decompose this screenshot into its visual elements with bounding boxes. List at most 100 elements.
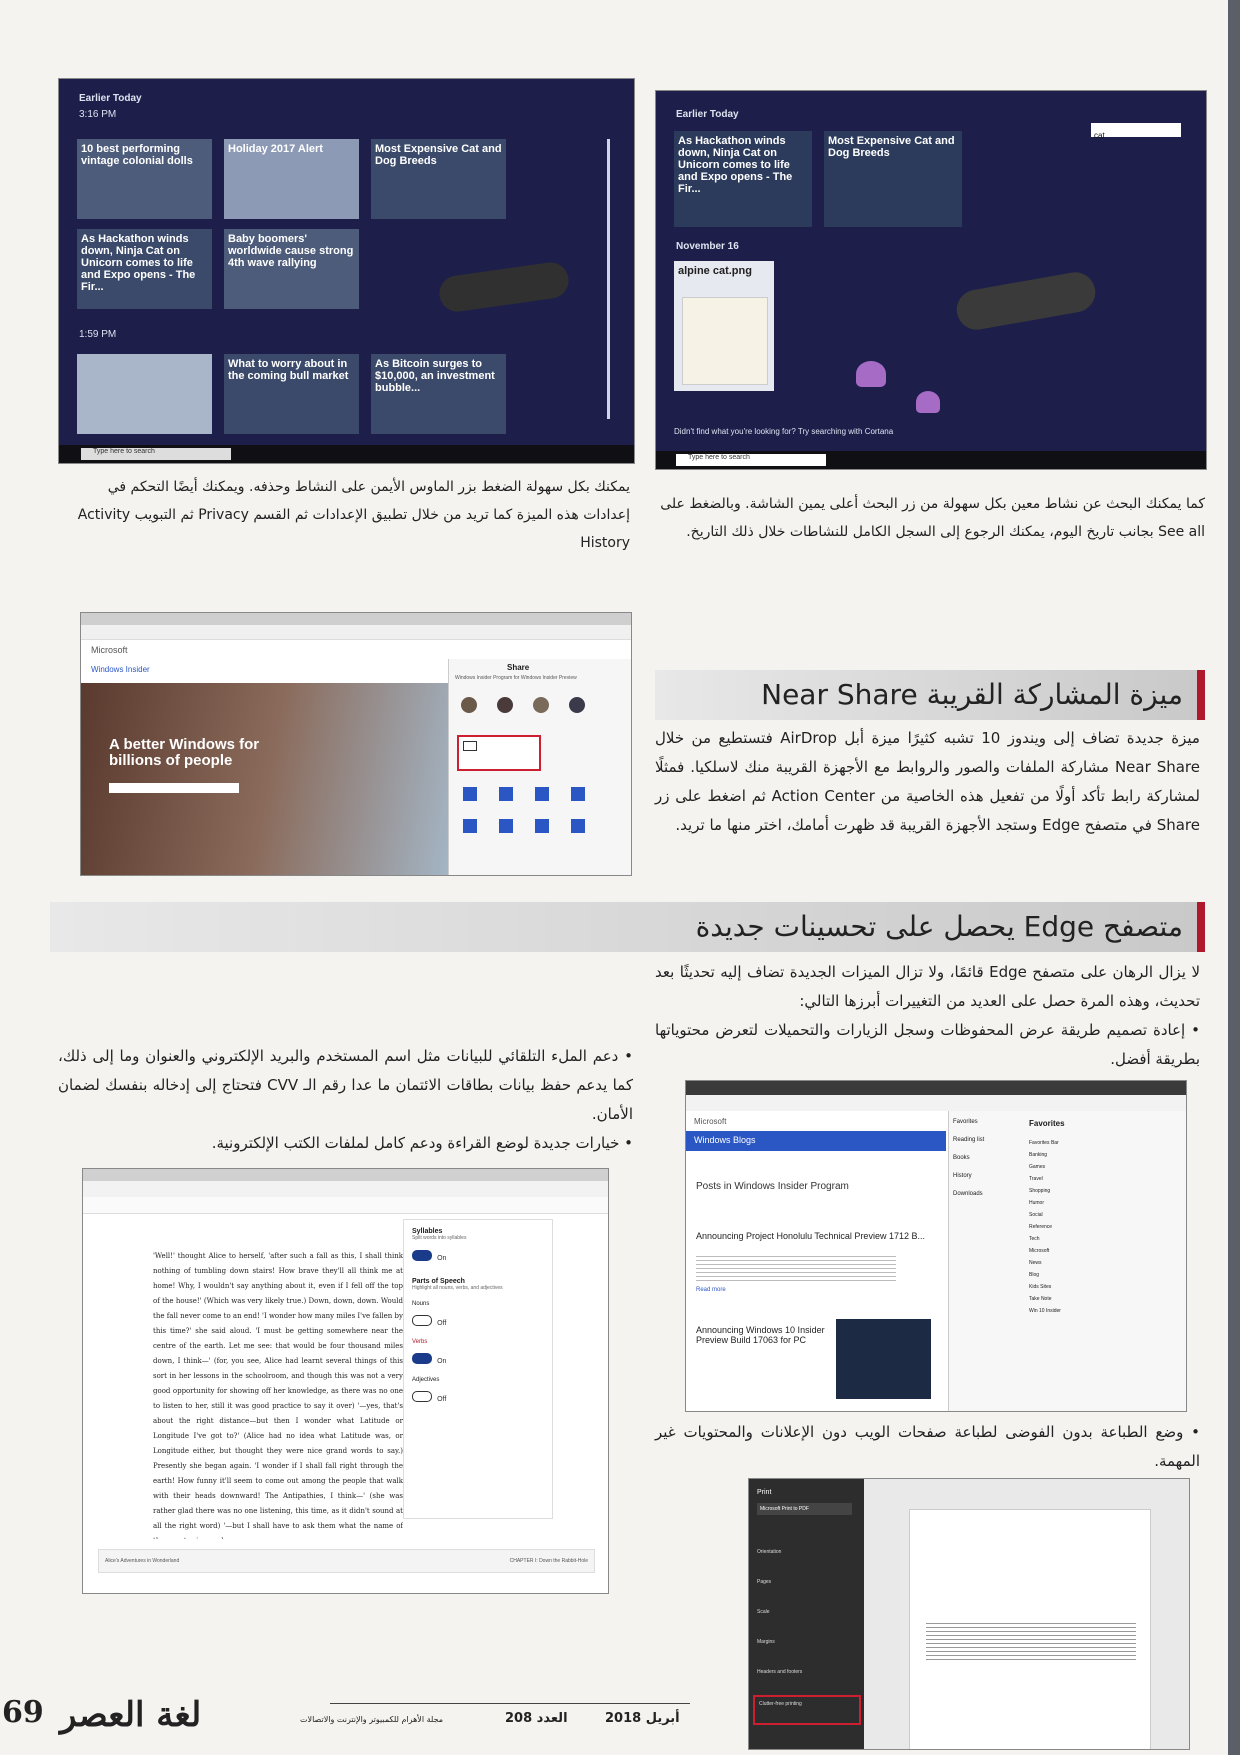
heading-text: متصفح Edge يحصل على تحسينات جديدة <box>695 910 1183 943</box>
card-title: Most Expensive Cat and Dog Breeds <box>828 135 955 159</box>
taskbar-search-text: Type here to search <box>93 448 155 455</box>
section-heading-near-share: ميزة المشاركة القريبة Near Share <box>655 670 1205 720</box>
toggle-switch <box>412 1250 432 1261</box>
folder-item[interactable]: Games <box>1029 1161 1179 1173</box>
app-icon[interactable] <box>499 819 513 833</box>
date-heading: Earlier Today <box>676 109 739 120</box>
adjectives-label: Adjectives <box>412 1377 440 1383</box>
hub-item-history[interactable]: History <box>953 1173 1013 1179</box>
ms-brand[interactable]: Microsoft <box>694 1117 726 1126</box>
folder-item[interactable]: Social <box>1029 1209 1179 1221</box>
hub-item-favorites[interactable]: Favorites <box>953 1119 1013 1125</box>
activity-card[interactable]: Most Expensive Cat and Dog Breeds <box>824 131 962 227</box>
footer-rule <box>330 1703 690 1704</box>
adjectives-toggle[interactable]: Off <box>412 1386 544 1405</box>
nouns-toggle[interactable]: Off <box>412 1310 544 1329</box>
folder-item[interactable]: Banking <box>1029 1149 1179 1161</box>
hub-item-downloads[interactable]: Downloads <box>953 1191 1013 1197</box>
page-title: Posts in Windows Insider Program <box>696 1181 849 1192</box>
device-icon <box>463 741 477 751</box>
folder-item[interactable]: Microsoft <box>1029 1245 1179 1257</box>
folder-item[interactable]: News <box>1029 1257 1179 1269</box>
card-title: Holiday 2017 Alert <box>228 143 323 155</box>
folder-item[interactable]: Take Note <box>1029 1293 1179 1305</box>
verbs-toggle[interactable]: On <box>412 1348 544 1367</box>
print-option[interactable]: Headers and footers <box>757 1669 802 1675</box>
post-title[interactable]: Announcing Project Honolulu Technical Pr… <box>696 1231 936 1241</box>
page-spine <box>1228 0 1240 1755</box>
person-avatar[interactable] <box>569 697 585 713</box>
activity-card[interactable]: As Hackathon winds down, Ninja Cat on Un… <box>674 131 812 227</box>
activity-card[interactable]: As Bitcoin surges to $10,000, an investm… <box>371 354 506 434</box>
cortana-link[interactable]: Didn't find what you're looking for? Try… <box>674 427 893 436</box>
edge-intro: لا يزال الرهان على متصفح Edge قائمًا، ول… <box>655 963 1201 1010</box>
preview-text <box>926 1620 1136 1660</box>
person-avatar[interactable] <box>533 697 549 713</box>
site-title[interactable]: Windows Blogs <box>694 1135 756 1145</box>
reader-progress-bar[interactable]: Alice's Adventures in Wonderland CHAPTER… <box>98 1549 595 1573</box>
hub-item-books[interactable]: Books <box>953 1155 1013 1161</box>
date-heading: Earlier Today <box>79 93 142 104</box>
taskbar: Type here to search <box>656 451 1206 469</box>
activity-card[interactable]: As Hackathon winds down, Ninja Cat on Un… <box>77 229 212 309</box>
person-avatar[interactable] <box>461 697 477 713</box>
folder-item[interactable]: Win 10 Insider <box>1029 1305 1179 1317</box>
timeline-scrollbar[interactable] <box>607 139 610 419</box>
page-footer: أبريل 2018 العدد 208 مجلة الأهرام للكمبي… <box>0 1691 1240 1755</box>
folder-item[interactable]: Kids Sites <box>1029 1281 1179 1293</box>
hero-button[interactable] <box>109 783 239 793</box>
folder-item[interactable]: Reference <box>1029 1221 1179 1233</box>
search-input-value: cat <box>1094 131 1105 140</box>
caption-left: يمكنك بكل سهولة الضغط بزر الماوس الأيمن … <box>77 479 630 551</box>
hub-item-reading-list[interactable]: Reading list <box>953 1137 1013 1143</box>
print-option[interactable]: Pages <box>757 1579 771 1585</box>
print-option[interactable]: Orientation <box>757 1549 781 1555</box>
folder-item[interactable]: Favorites Bar <box>1029 1137 1179 1149</box>
app-icon[interactable] <box>499 787 513 801</box>
print-option[interactable]: Scale <box>757 1609 770 1615</box>
app-icon[interactable] <box>463 819 477 833</box>
app-icon[interactable] <box>535 787 549 801</box>
folder-item[interactable]: Blog <box>1029 1269 1179 1281</box>
search-box[interactable]: cat <box>1091 123 1181 140</box>
activity-card[interactable]: Baby boomers' worldwide cause strong 4th… <box>224 229 359 309</box>
read-more-link[interactable]: Read more <box>696 1287 726 1293</box>
card-title: Most Expensive Cat and Dog Breeds <box>375 143 502 167</box>
folder-item[interactable]: Travel <box>1029 1173 1179 1185</box>
activity-card[interactable]: Most Expensive Cat and Dog Breeds <box>371 139 506 219</box>
site-nav[interactable]: Windows Insider <box>91 665 150 674</box>
time-label: 3:16 PM <box>79 109 117 120</box>
activity-card[interactable] <box>77 354 212 434</box>
edge-bullet-reading: • خيارات جديدة لوضع القراءة ودعم كامل لم… <box>211 1134 633 1152</box>
app-icon[interactable] <box>571 819 585 833</box>
folder-item[interactable]: Tech <box>1029 1233 1179 1245</box>
browser-tabbar <box>81 613 631 625</box>
ms-brand[interactable]: Microsoft <box>91 645 128 655</box>
activity-card[interactable]: 10 best performing vintage colonial doll… <box>77 139 212 219</box>
taskbar-search[interactable]: Type here to search <box>676 454 826 466</box>
taskbar-search[interactable]: Type here to search <box>81 448 231 460</box>
app-icon[interactable] <box>463 787 477 801</box>
post-image <box>836 1319 931 1399</box>
toggle-switch <box>412 1353 432 1364</box>
syllables-label: Syllables <box>412 1228 443 1235</box>
scuba-cat-wallpaper <box>437 260 571 314</box>
syllables-toggle[interactable]: On <box>412 1245 544 1264</box>
card-title: Baby boomers' worldwide cause strong 4th… <box>228 233 354 269</box>
activity-card[interactable]: Holiday 2017 Alert <box>224 139 359 219</box>
folder-item[interactable]: Humor <box>1029 1197 1179 1209</box>
person-avatar[interactable] <box>497 697 513 713</box>
browser-toolbar <box>81 625 631 640</box>
folder-item[interactable]: Shopping <box>1029 1185 1179 1197</box>
near-share-device[interactable] <box>457 735 541 771</box>
printer-select[interactable]: Microsoft Print to PDF <box>757 1503 852 1515</box>
app-icon[interactable] <box>535 819 549 833</box>
post-title[interactable]: Announcing Windows 10 Insider Preview Bu… <box>696 1325 826 1345</box>
print-option[interactable]: Margins <box>757 1639 775 1645</box>
nouns-label: Nouns <box>412 1301 430 1307</box>
activity-card[interactable]: What to worry about in the coming bull m… <box>224 354 359 434</box>
toggle-switch <box>412 1315 432 1326</box>
app-icon[interactable] <box>571 787 585 801</box>
share-panel: Share Windows Insider Program for Window… <box>448 659 631 875</box>
file-card[interactable]: alpine cat.png <box>674 261 774 391</box>
